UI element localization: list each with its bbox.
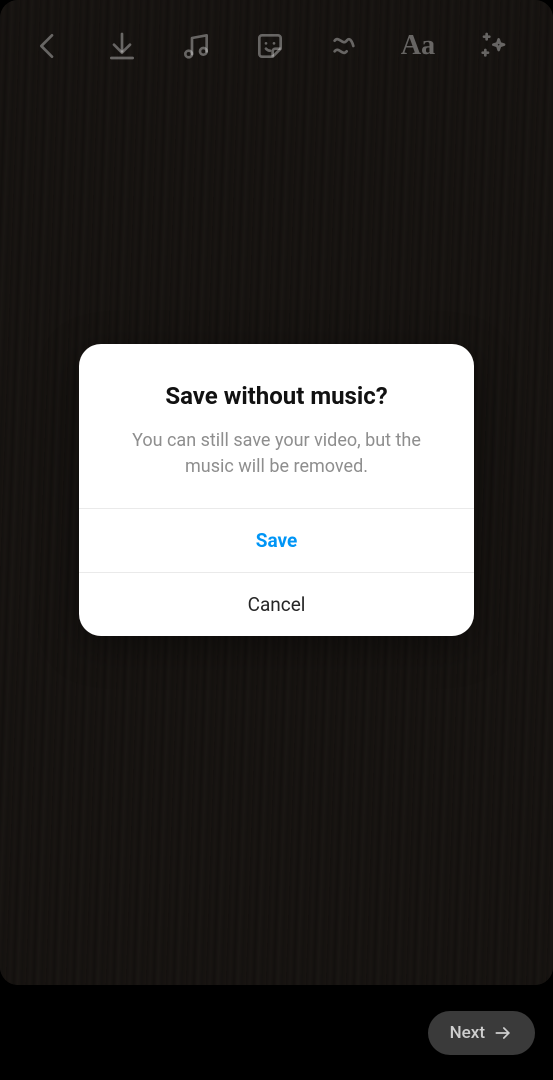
- dialog-message: You can still save your video, but the m…: [109, 428, 444, 480]
- save-confirmation-dialog: Save without music? You can still save y…: [79, 344, 474, 636]
- save-button[interactable]: Save: [79, 508, 474, 572]
- dialog-header: Save without music? You can still save y…: [79, 344, 474, 508]
- modal-overlay: Save without music? You can still save y…: [0, 0, 553, 1080]
- cancel-button[interactable]: Cancel: [79, 572, 474, 636]
- dialog-title: Save without music?: [109, 382, 444, 410]
